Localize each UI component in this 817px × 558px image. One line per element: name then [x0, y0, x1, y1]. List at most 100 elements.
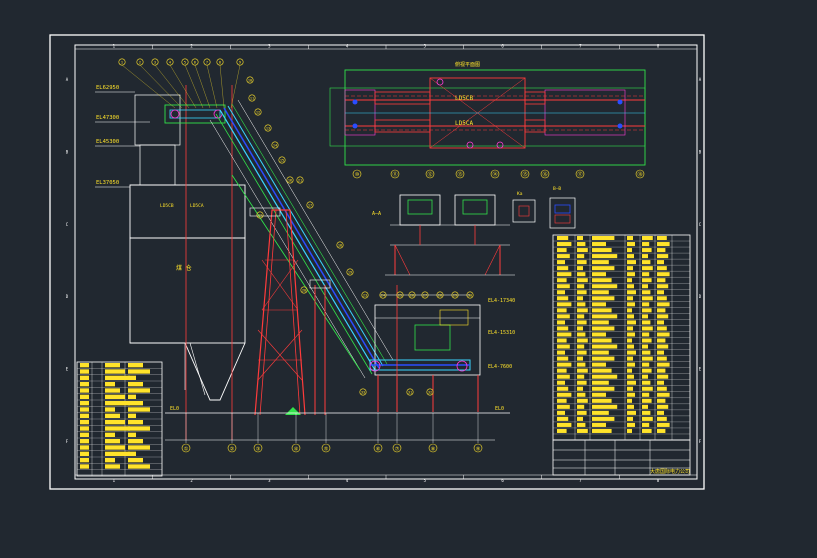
- bom-cell-text: [577, 380, 587, 385]
- bom-cell-text: [557, 254, 570, 259]
- bom-cell-text: [557, 356, 569, 361]
- bom-cell-text: [657, 320, 664, 325]
- bom-cell-text: [642, 284, 648, 289]
- bom-cell-text: [627, 254, 634, 259]
- plan-axis-label: ⑭: [492, 171, 497, 178]
- legend-cell-text: [105, 375, 130, 380]
- bom-cell-text: [577, 332, 586, 337]
- plan-axis-label: ⑪: [392, 171, 397, 178]
- axis-label: ⑧: [431, 447, 436, 453]
- bunker-label-2: LD5CA: [190, 203, 204, 209]
- bom-cell-text: [592, 338, 612, 343]
- bom-cell-text: [557, 332, 572, 337]
- bom-cell-text: [657, 404, 669, 409]
- legend-cell-text: [105, 420, 125, 425]
- bunker-label: LD5CB: [160, 203, 174, 209]
- legend-cell-text: [128, 394, 136, 399]
- legend-cell-text: [105, 426, 130, 431]
- bom-cell-text: [557, 314, 570, 319]
- bom-cell-text: [577, 314, 585, 319]
- bom-cell-text: [577, 254, 585, 259]
- bom-cell-text: [627, 416, 633, 421]
- right-elevation: EL4-17340: [488, 298, 515, 304]
- frame-zone-letter: E: [66, 367, 69, 372]
- plan-axis-label: ⑱: [637, 171, 642, 178]
- bom-cell-text: [577, 290, 587, 295]
- bom-cell-text: [627, 350, 636, 355]
- legend-cell-text: [128, 426, 150, 431]
- balloon-number: 4: [169, 61, 171, 65]
- elevation-label: EL37050: [96, 180, 119, 186]
- bom-cell-text: [657, 362, 670, 367]
- bom-cell-text: [627, 428, 632, 433]
- bom-cell-text: [592, 416, 615, 421]
- plan-axis-label: ⑰: [577, 171, 582, 178]
- bom-cell-text: [557, 404, 570, 409]
- bom-cell-text: [657, 368, 666, 373]
- bom-cell-text: [592, 398, 612, 403]
- bom-cell-text: [657, 380, 664, 385]
- bom-cell-text: [642, 296, 653, 301]
- balloon-number: 8: [219, 61, 221, 65]
- legend-cell-text: [80, 420, 89, 425]
- bom-cell-text: [577, 338, 588, 343]
- bom-cell-text: [642, 326, 653, 331]
- bom-cell-text: [627, 284, 634, 289]
- legend-cell-text: [105, 413, 120, 418]
- legend-cell-text: [80, 426, 89, 431]
- elevation-label: EL45300: [96, 139, 119, 145]
- bom-cell-text: [642, 320, 651, 325]
- legend-cell-text: [105, 439, 120, 444]
- legend-cell-text: [80, 375, 89, 380]
- bom-cell-text: [627, 296, 633, 301]
- bom-cell-text: [592, 380, 609, 385]
- bom-cell-text: [592, 248, 612, 253]
- legend-cell-text: [128, 464, 150, 469]
- bom-cell-text: [642, 392, 650, 397]
- bom-cell-text: [592, 404, 618, 409]
- bom-cell-text: [592, 320, 609, 325]
- cad-drawing-sheet: 1122334455667788A AB BC CD DE EF F EL62950 EL4…: [49, 34, 705, 490]
- balloon-number: 29: [453, 294, 457, 298]
- bom-cell-text: [592, 410, 609, 415]
- axis-label: ⑥: [376, 447, 381, 453]
- bom-cell-text: [592, 278, 612, 283]
- bom-cell-text: [592, 374, 618, 379]
- bom-cell-text: [642, 260, 651, 265]
- bom-cell-text: [557, 368, 567, 373]
- legend-cell-text: [128, 369, 150, 374]
- bom-cell-text: [642, 290, 651, 295]
- balloon-number: 1: [121, 61, 123, 65]
- bom-cell-text: [657, 356, 667, 361]
- elevation-label: EL47300: [96, 115, 119, 121]
- bom-cell-text: [657, 272, 670, 277]
- balloon-number: 5: [184, 61, 186, 65]
- bom-cell-text: [577, 392, 586, 397]
- bom-cell-text: [557, 236, 569, 241]
- legend-cell-text: [128, 432, 136, 437]
- balloon-number: 2: [139, 61, 141, 65]
- legend-cell-text: [80, 439, 89, 444]
- bom-cell-text: [592, 386, 615, 391]
- frame-zone-number: 7: [579, 44, 582, 49]
- bom-cell-text: [557, 380, 565, 385]
- bom-cell-text: [577, 278, 588, 283]
- frame-zone-letter: C: [699, 222, 702, 227]
- section-aa: [385, 194, 515, 276]
- plan-axis-markers: ⑩ ⑪ ⑫ ⑬ ⑭ ⑮ ⑯ ⑰ ⑱: [352, 169, 645, 179]
- bom-cell-text: [577, 308, 588, 313]
- axis-label: ③: [256, 447, 261, 453]
- bom-cell-text: [557, 416, 569, 421]
- bom-cell-text: [592, 266, 615, 271]
- legend-cell-text: [128, 388, 150, 393]
- bom-cell-text: [557, 428, 567, 433]
- frame-zone-letter: A: [699, 77, 702, 82]
- bom-cell-text: [657, 374, 669, 379]
- bom-cell-text: [642, 278, 652, 283]
- bom-cell-text: [592, 350, 609, 355]
- bom-cell-text: [657, 290, 664, 295]
- bottom-axis-markers: ① ② ③ ④ ⑤ ⑥ ⑦ ⑧ ⑨: [181, 413, 483, 453]
- bom-cell-text: [657, 422, 670, 427]
- tail-station: [369, 285, 481, 412]
- frame-zone-letter: F: [66, 439, 69, 444]
